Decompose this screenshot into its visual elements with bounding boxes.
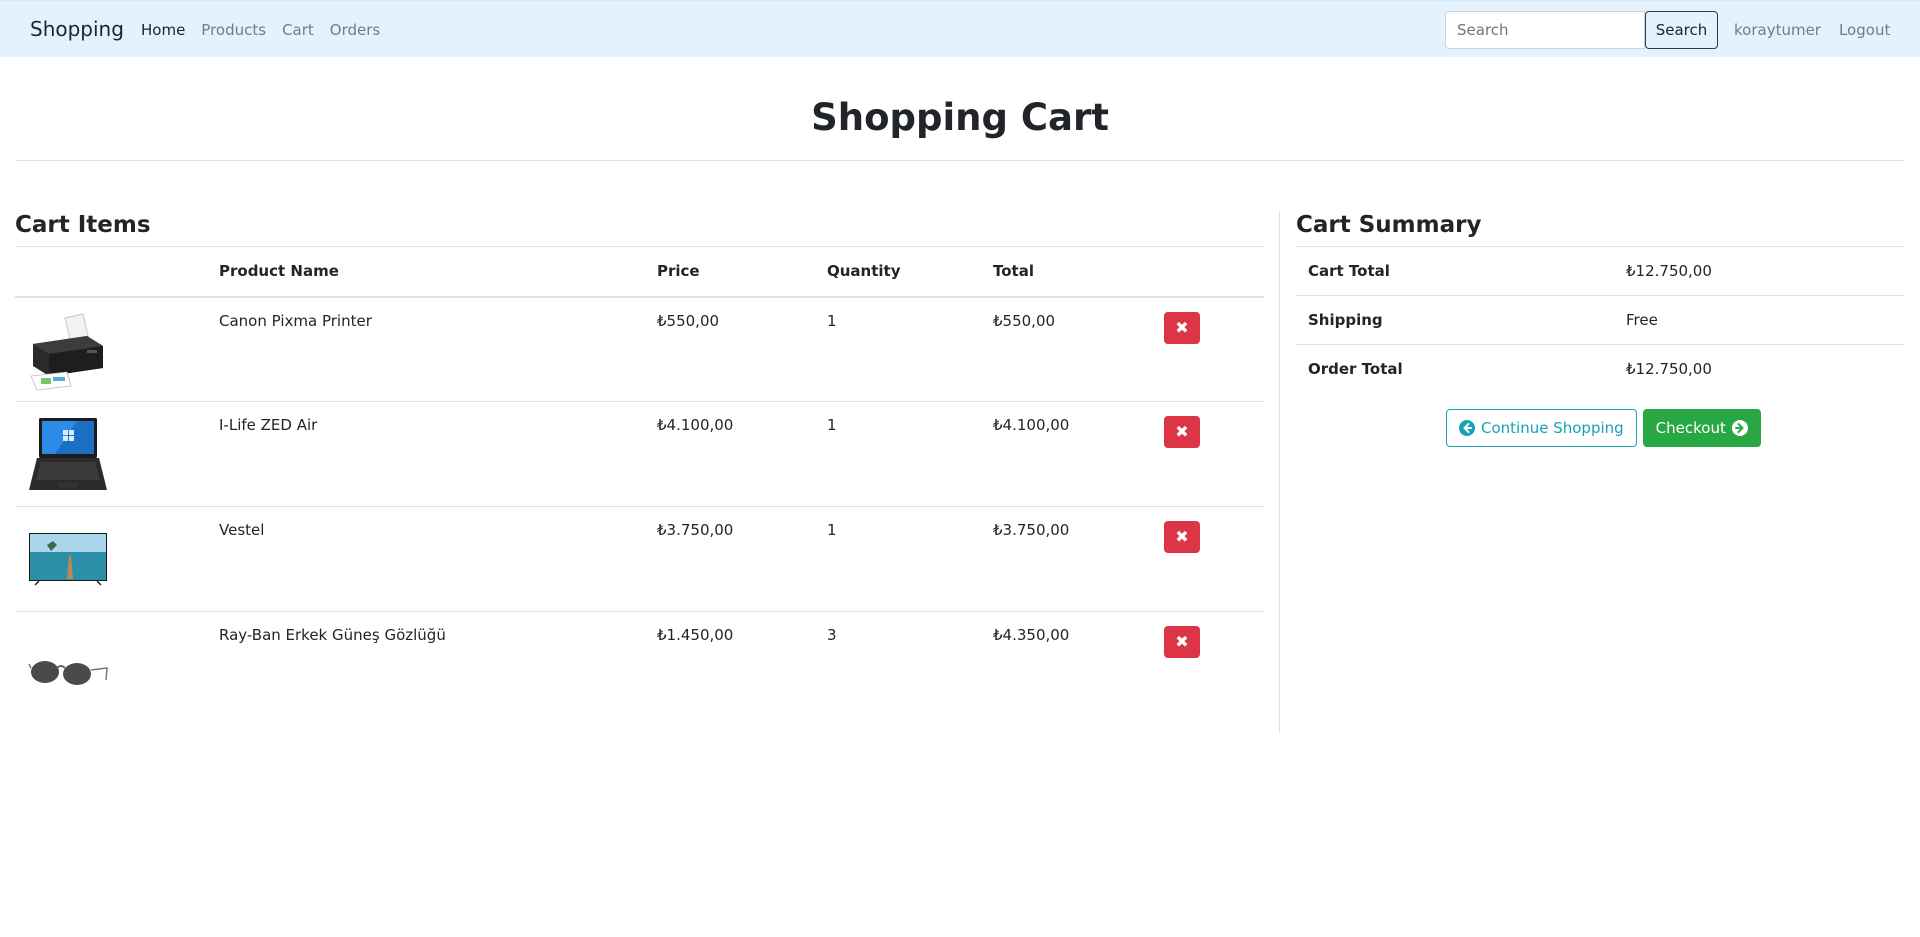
- printer-image: [30, 312, 103, 390]
- product-name: Canon Pixma Printer: [207, 296, 645, 402]
- product-image-cell: [15, 612, 207, 717]
- product-image-cell: [15, 296, 207, 402]
- table-row: Vestel ₺3.750,00 1 ₺3.750,00 ✖: [15, 506, 1264, 612]
- logout-link[interactable]: Logout: [1839, 21, 1890, 39]
- summary-row-order-total: Order Total ₺12.750,00: [1296, 344, 1904, 394]
- times-icon: ✖: [1175, 632, 1189, 651]
- nav-cart-link[interactable]: Cart: [282, 21, 314, 39]
- summary-actions: Continue Shopping Checkout: [1446, 409, 1761, 447]
- laptop-image: [29, 418, 107, 490]
- times-icon: ✖: [1175, 317, 1189, 337]
- remove-item-button[interactable]: ✖: [1164, 311, 1200, 344]
- summary-label: Order Total: [1296, 344, 1614, 394]
- product-quantity: 1: [815, 506, 981, 612]
- summary-value: Free: [1614, 295, 1904, 345]
- nav-orders-link[interactable]: Orders: [330, 21, 380, 39]
- product-price: ₺4.100,00: [645, 401, 815, 507]
- cart-summary-heading: Cart Summary: [1296, 212, 1482, 238]
- cart-items-heading: Cart Items: [15, 212, 151, 238]
- tv-image: [29, 533, 107, 586]
- column-header-actions: [1152, 246, 1264, 298]
- product-quantity: 1: [815, 296, 981, 402]
- actions-cell: ✖: [1152, 612, 1264, 717]
- checkout-button[interactable]: Checkout: [1642, 409, 1761, 447]
- actions-cell: ✖: [1152, 296, 1264, 402]
- column-header-quantity: Quantity: [815, 246, 981, 298]
- product-total: ₺4.100,00: [981, 401, 1152, 507]
- sunglasses-image: [28, 661, 108, 685]
- column-header-total: Total: [981, 246, 1152, 298]
- remove-item-button[interactable]: ✖: [1164, 416, 1200, 448]
- navbar: Shopping Home Products Cart Orders Searc…: [0, 0, 1920, 57]
- summary-value: ₺12.750,00: [1614, 246, 1904, 296]
- actions-cell: ✖: [1152, 506, 1264, 612]
- continue-shopping-label: Continue Shopping: [1481, 419, 1624, 437]
- nav-links: Home Products Cart Orders: [141, 21, 380, 39]
- user-links: koraytumer Logout: [1734, 21, 1890, 39]
- title-divider: [15, 160, 1905, 161]
- table-row: Canon Pixma Printer ₺550,00 1 ₺550,00 ✖: [15, 296, 1264, 402]
- product-total: ₺4.350,00: [993, 626, 1070, 644]
- arrow-circle-right-icon: [1731, 420, 1748, 436]
- summary-value: ₺12.750,00: [1614, 344, 1904, 394]
- continue-shopping-button[interactable]: Continue Shopping: [1446, 409, 1637, 447]
- remove-item-button[interactable]: ✖: [1164, 626, 1200, 658]
- summary-row-cart-total: Cart Total ₺12.750,00: [1296, 246, 1904, 296]
- product-name: I-Life ZED Air: [207, 401, 645, 507]
- product-quantity: 3: [827, 626, 837, 644]
- arrow-circle-left-icon: [1459, 420, 1475, 436]
- times-icon: ✖: [1175, 527, 1189, 546]
- product-price: ₺3.750,00: [645, 506, 815, 612]
- column-header-image: [15, 246, 207, 298]
- remove-item-button[interactable]: ✖: [1164, 521, 1200, 553]
- cart-items-table: Product Name Price Quantity Total Canon …: [15, 246, 1264, 717]
- product-image-cell: [15, 401, 207, 507]
- table-row: I-Life ZED Air ₺4.100,00 1 ₺4.100,00 ✖: [15, 401, 1264, 507]
- nav-home-link[interactable]: Home: [141, 21, 185, 39]
- product-total: ₺3.750,00: [981, 506, 1152, 612]
- product-total: ₺550,00: [981, 296, 1152, 402]
- search-input[interactable]: [1445, 11, 1645, 49]
- table-header-row: Product Name Price Quantity Total: [15, 246, 1264, 298]
- search-button[interactable]: Search: [1645, 11, 1718, 49]
- product-price: ₺1.450,00: [657, 626, 734, 644]
- table-row: Ray-Ban Erkek Güneş Gözlüğü ₺1.450,00 3 …: [15, 612, 1264, 717]
- checkout-label: Checkout: [1655, 419, 1726, 437]
- column-divider: [1279, 211, 1280, 733]
- product-name: Vestel: [207, 506, 645, 612]
- summary-label: Shipping: [1296, 295, 1614, 345]
- product-image-cell: [15, 506, 207, 612]
- summary-label: Cart Total: [1296, 246, 1614, 296]
- cart-summary-table: Cart Total ₺12.750,00 Shipping Free Orde…: [1296, 246, 1904, 394]
- summary-row-shipping: Shipping Free: [1296, 295, 1904, 345]
- column-header-price: Price: [645, 246, 815, 298]
- brand-logo[interactable]: Shopping: [30, 17, 124, 41]
- column-header-product-name: Product Name: [207, 246, 645, 298]
- username-link[interactable]: koraytumer: [1734, 21, 1821, 39]
- product-price: ₺550,00: [645, 296, 815, 402]
- nav-products-link[interactable]: Products: [201, 21, 266, 39]
- product-name: Ray-Ban Erkek Güneş Gözlüğü: [219, 626, 446, 644]
- product-quantity: 1: [815, 401, 981, 507]
- times-icon: ✖: [1175, 422, 1189, 441]
- page-title: Shopping Cart: [811, 96, 1109, 139]
- actions-cell: ✖: [1152, 401, 1264, 507]
